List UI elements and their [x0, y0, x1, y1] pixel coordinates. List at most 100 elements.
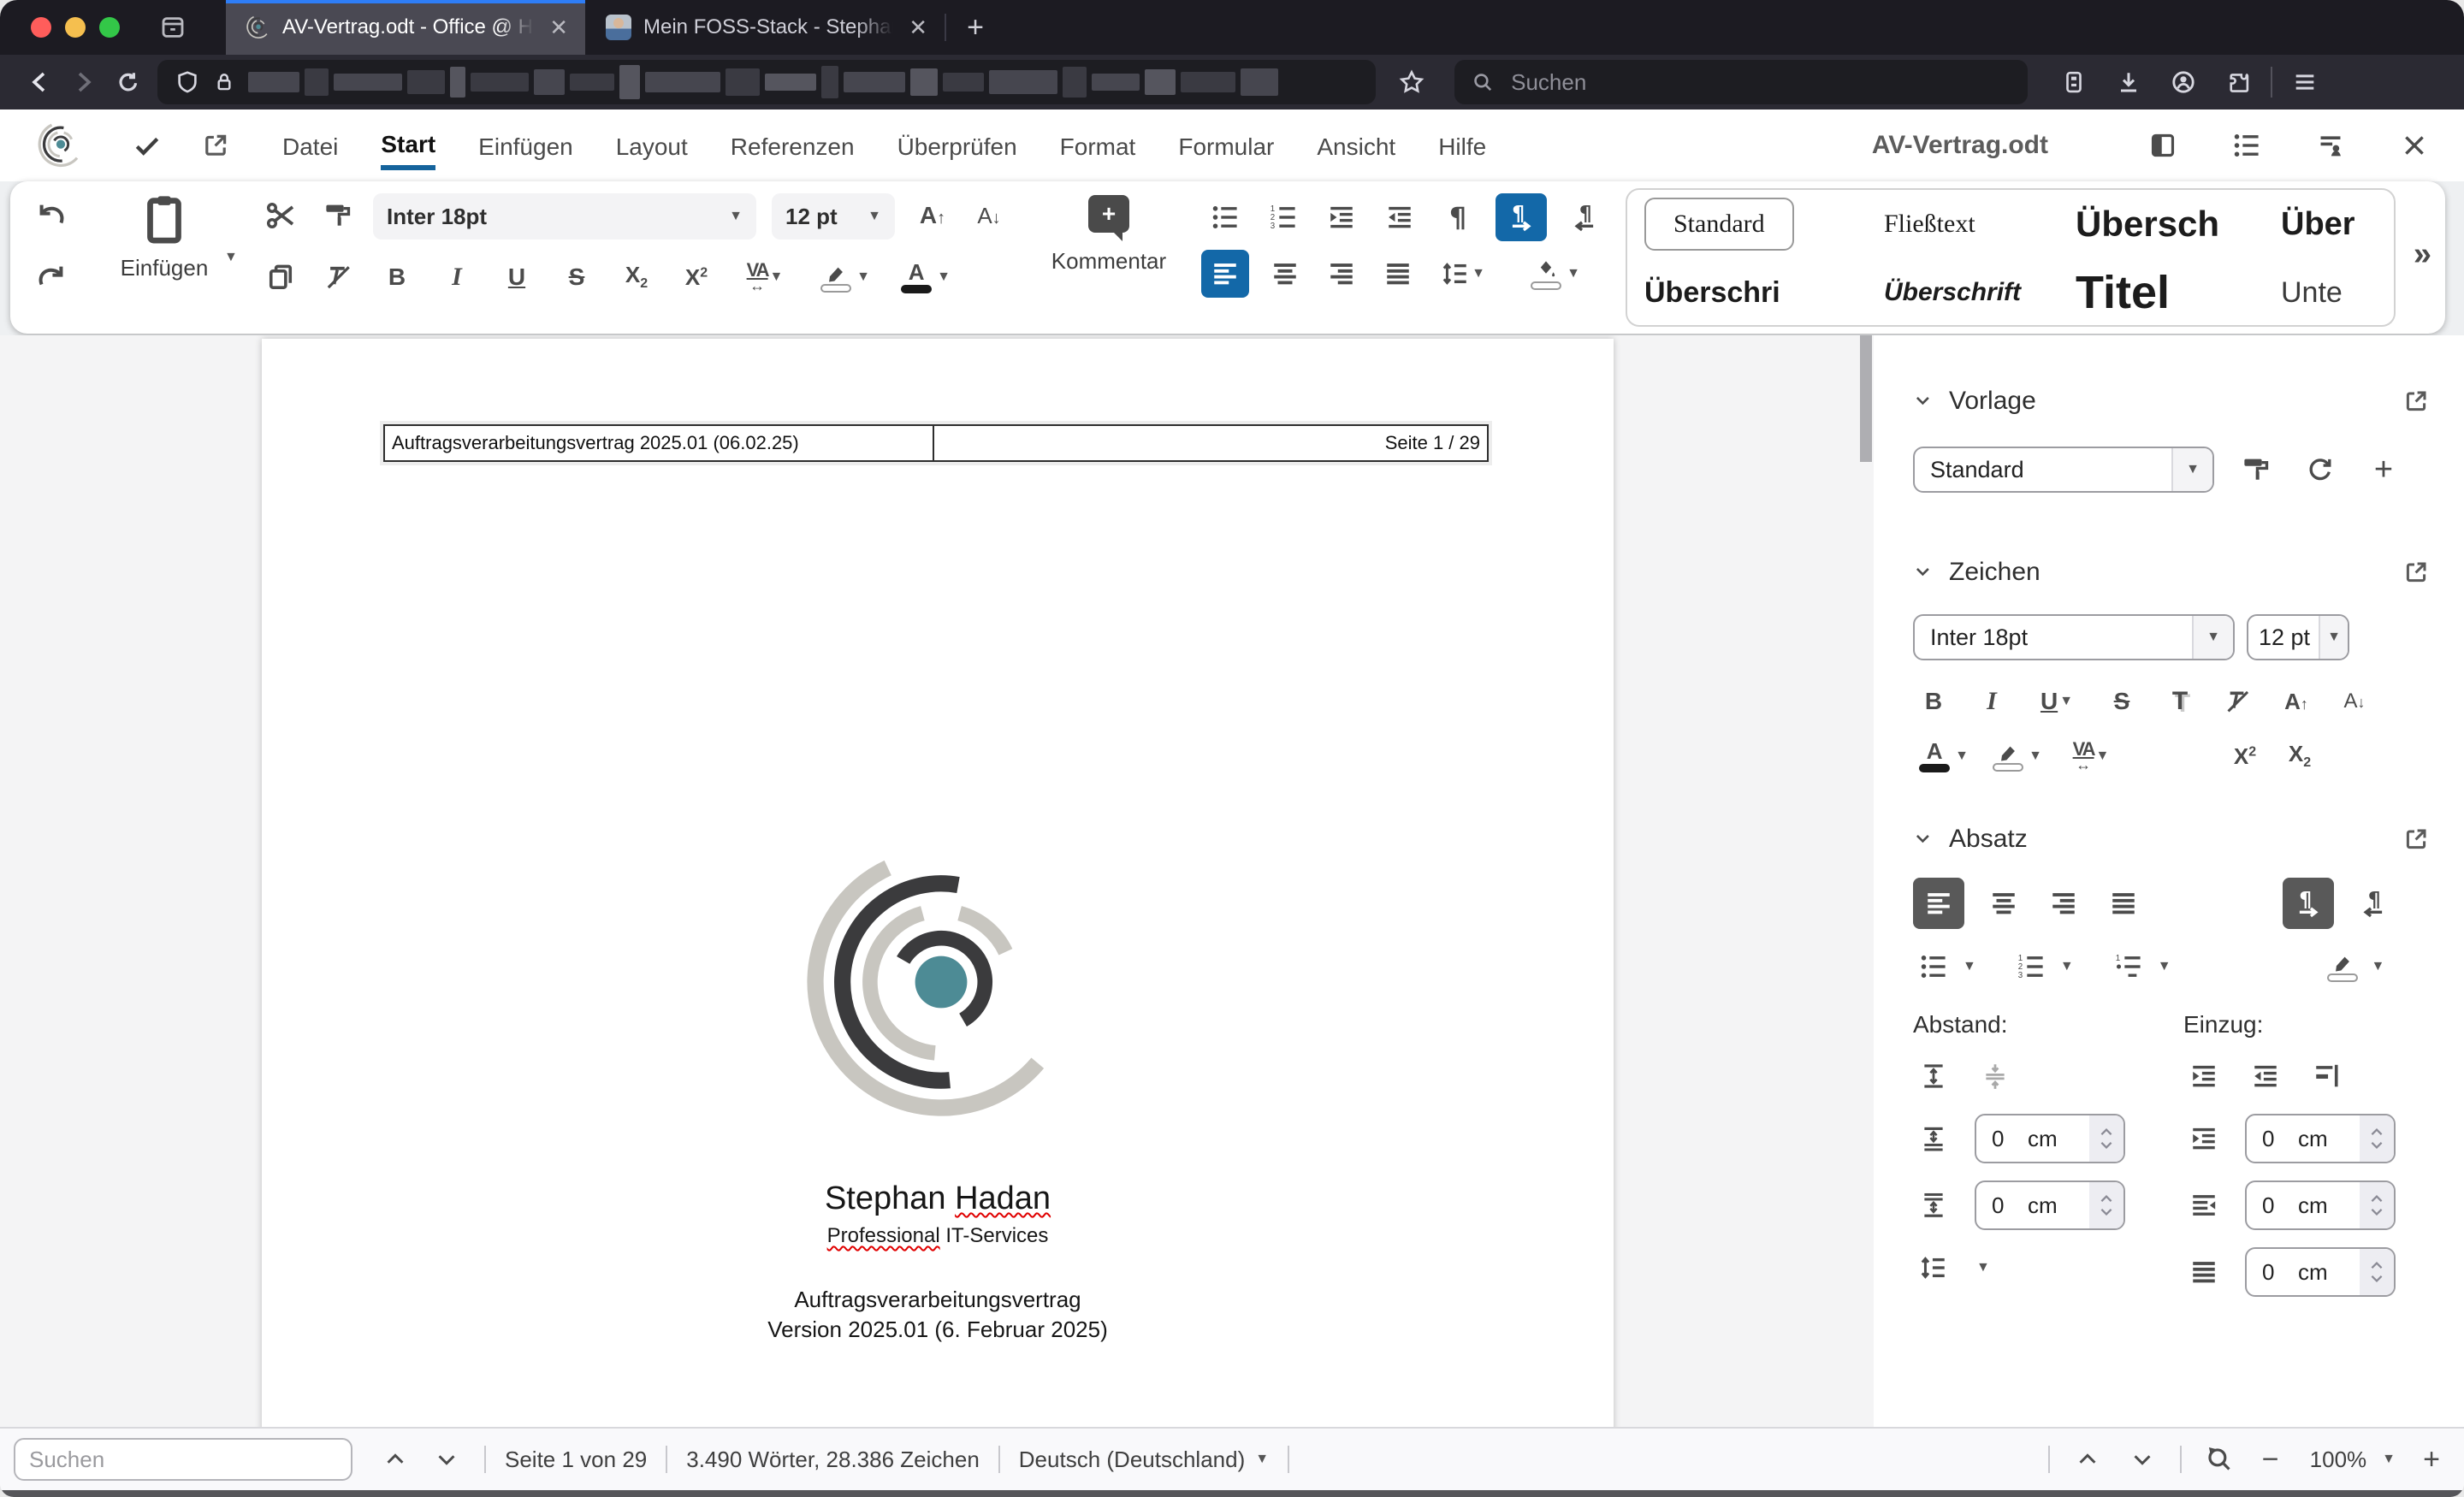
line-spacing-icon[interactable] — [1913, 1247, 1954, 1288]
rtl-paragraph-icon[interactable] — [1564, 197, 1605, 238]
forward-icon[interactable] — [62, 62, 106, 103]
style-ueberschrift-1[interactable]: Übersch — [2058, 204, 2264, 245]
menu-formular[interactable]: Formular — [1178, 123, 1274, 168]
menu-ansicht[interactable]: Ansicht — [1317, 123, 1395, 168]
bullet-list-icon[interactable] — [1913, 946, 1954, 987]
align-center-icon[interactable] — [1265, 253, 1306, 294]
shadow-icon[interactable]: T — [2159, 681, 2200, 722]
section-absatz-header[interactable]: Absatz — [1913, 825, 2440, 854]
popout-icon[interactable] — [2402, 388, 2430, 415]
bold-icon[interactable]: B — [376, 257, 418, 298]
style-fliesstext[interactable]: Fließtext — [1867, 210, 2058, 239]
increase-spacing-icon[interactable] — [1913, 1056, 1954, 1097]
grow-font-icon[interactable]: A↑ — [912, 195, 953, 236]
stepper-icons[interactable] — [2360, 1182, 2394, 1228]
zoom-in-icon[interactable]: + — [2413, 1441, 2450, 1478]
menu-referenzen[interactable]: Referenzen — [731, 123, 855, 168]
open-in-new-window-icon[interactable] — [197, 127, 234, 164]
superscript-icon[interactable]: X2 — [2224, 736, 2266, 777]
zoom-level[interactable]: 100% — [2310, 1447, 2367, 1473]
lock-icon[interactable] — [212, 70, 236, 94]
sidebar-font-size-combo[interactable]: 12 pt ▼ — [2247, 614, 2349, 660]
line-spacing-icon[interactable]: ▼ — [1434, 253, 1492, 294]
sidebar-toggle-icon[interactable] — [2144, 127, 2182, 164]
account-icon[interactable] — [2161, 62, 2206, 103]
menu-layout[interactable]: Layout — [616, 123, 688, 168]
ltr-paragraph-icon[interactable] — [1496, 193, 1547, 241]
section-zeichen-header[interactable]: Zeichen — [1913, 558, 2440, 587]
tab-close-icon[interactable]: ✕ — [546, 15, 572, 41]
ribbon-expand-icon[interactable]: » — [2414, 236, 2431, 273]
menu-ueberpruefen[interactable]: Überprüfen — [897, 123, 1017, 168]
extension-icon[interactable] — [2216, 62, 2260, 103]
zoom-reset-icon[interactable] — [2200, 1441, 2238, 1478]
downloads-icon[interactable] — [2106, 62, 2151, 103]
chevron-down-icon[interactable]: ▼ — [854, 209, 881, 224]
subscript-icon[interactable]: X2 — [2279, 736, 2320, 777]
browser-search-input[interactable] — [1507, 67, 2011, 98]
stepper-icons[interactable] — [2089, 1182, 2123, 1228]
menu-einfuegen[interactable]: Einfügen — [478, 123, 573, 168]
hanging-indent-icon[interactable] — [2307, 1056, 2348, 1097]
paragraph-highlight-icon[interactable] — [2322, 946, 2363, 987]
underline-icon[interactable]: U ▼ — [2029, 681, 2084, 722]
italic-icon[interactable]: I — [436, 257, 477, 298]
document-search-input[interactable] — [14, 1438, 352, 1481]
next-page-icon[interactable] — [2123, 1441, 2161, 1478]
refresh-style-icon[interactable] — [2300, 449, 2341, 490]
document-page[interactable]: Auftragsverarbeitungsvertrag 2025.01 (06… — [262, 339, 1614, 1427]
reload-icon[interactable] — [106, 62, 151, 103]
comment-button[interactable]: + Kommentar — [1034, 195, 1184, 275]
resolved-comments-icon[interactable] — [2312, 127, 2349, 164]
cover-title-block[interactable]: Stephan Hadan Professional IT-Services — [262, 1180, 1614, 1248]
update-style-roller-icon[interactable] — [2236, 449, 2277, 490]
zoom-out-icon[interactable]: − — [2252, 1441, 2289, 1478]
previous-page-icon[interactable] — [2069, 1441, 2106, 1478]
style-ueberschrift-2[interactable]: Über — [2264, 206, 2384, 243]
align-left-icon[interactable] — [1201, 250, 1249, 298]
align-right-icon[interactable] — [1321, 253, 1362, 294]
strikethrough-icon[interactable]: S — [556, 257, 597, 298]
style-titel[interactable]: Titel — [2058, 266, 2264, 319]
chevron-down-icon[interactable]: ▼ — [2158, 959, 2171, 974]
superscript-icon[interactable]: X2 — [676, 257, 717, 298]
menu-hilfe[interactable]: Hilfe — [1438, 123, 1486, 168]
font-size-combo[interactable]: 12 pt ▼ — [772, 193, 895, 240]
justify-icon[interactable] — [2103, 883, 2144, 924]
search-next-icon[interactable] — [428, 1441, 465, 1478]
font-color-icon[interactable]: A ▼ — [893, 257, 955, 298]
subscript-icon[interactable]: X2 — [616, 257, 657, 298]
numbered-list-icon[interactable] — [2011, 946, 2052, 987]
word-count[interactable]: 3.490 Wörter, 28.386 Zeichen — [686, 1447, 980, 1473]
outline-list-icon[interactable] — [2108, 946, 2149, 987]
minimize-window-button[interactable] — [65, 17, 86, 38]
collapse-chevron-icon[interactable] — [1913, 561, 1935, 583]
indent-after-spinner[interactable]: 0 cm — [2245, 1180, 2396, 1230]
ltr-paragraph-icon[interactable] — [2283, 878, 2334, 929]
paragraph-style-combo[interactable]: Standard ▼ — [1913, 447, 2214, 493]
new-tab-button[interactable]: + — [946, 0, 1004, 55]
menu-datei[interactable]: Datei — [282, 123, 338, 168]
background-color-icon[interactable]: ▼ — [1521, 253, 1586, 294]
align-center-icon[interactable] — [1983, 883, 2024, 924]
tab-foss-stack[interactable]: Mein FOSS-Stack - Stephan Ha ✕ — [585, 0, 945, 55]
style-ueberschrift-3[interactable]: Überschri — [1627, 276, 1867, 310]
bullet-list-icon[interactable] — [1205, 197, 1246, 238]
new-style-plus-icon[interactable]: + — [2363, 449, 2404, 490]
increase-indent-icon[interactable] — [1321, 197, 1362, 238]
chevron-down-icon[interactable]: ▼ — [1963, 959, 1976, 974]
undo-icon[interactable] — [31, 195, 72, 236]
bold-icon[interactable]: B — [1913, 681, 1954, 722]
vertical-scrollbar[interactable] — [1860, 335, 1872, 462]
shrink-font-icon[interactable]: A↓ — [968, 195, 1010, 236]
document-canvas[interactable]: Auftragsverarbeitungsvertrag 2025.01 (06… — [0, 335, 1874, 1427]
browser-search-field[interactable] — [1454, 60, 2028, 104]
decrease-spacing-icon[interactable] — [1975, 1056, 2016, 1097]
chevron-down-icon[interactable]: ▼ — [1255, 1452, 1269, 1467]
macos-window-controls[interactable] — [0, 0, 144, 55]
chevron-down-icon[interactable]: ▼ — [2171, 448, 2212, 491]
page-indicator[interactable]: Seite 1 von 29 — [505, 1447, 647, 1473]
popout-icon[interactable] — [2402, 825, 2430, 853]
increase-indent-icon[interactable] — [2183, 1056, 2224, 1097]
font-name-combo[interactable]: Inter 18pt ▼ — [373, 193, 756, 240]
